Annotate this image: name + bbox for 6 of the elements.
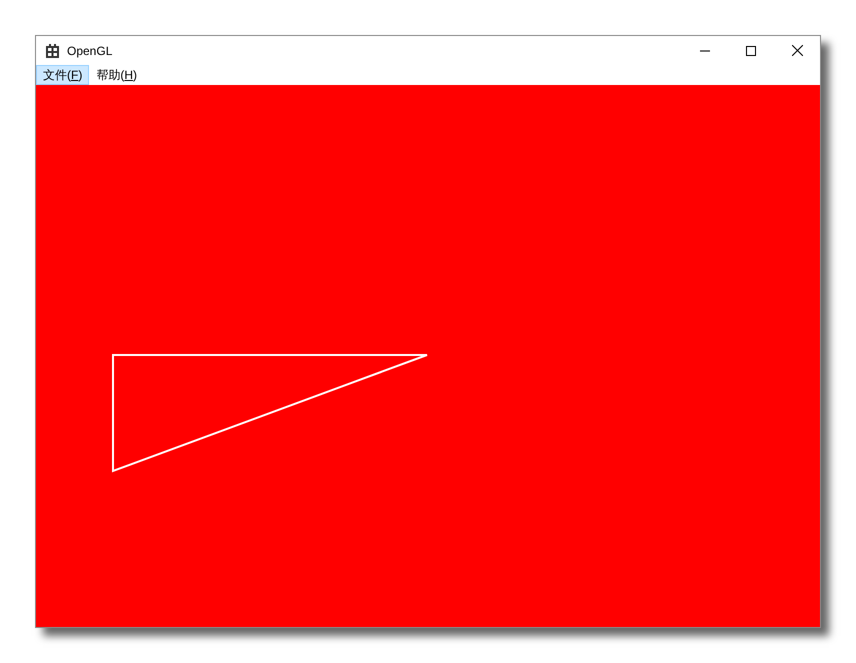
window-title: OpenGL [67,42,112,60]
close-icon [792,45,802,56]
maximize-icon [746,46,756,56]
menu-item[interactable]: 文件(F) [36,65,90,85]
app-icon [46,44,59,58]
menu-item[interactable]: 帮助(H) [89,65,144,85]
